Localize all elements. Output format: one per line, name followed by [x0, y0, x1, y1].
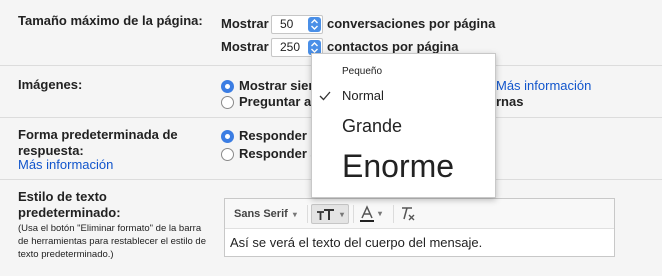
conversations-per-page-value: 50 — [280, 17, 294, 31]
sample-text: Así se verá el texto del cuerpo del mens… — [230, 235, 483, 250]
text-color-button[interactable]: ▾ — [359, 204, 387, 224]
reply-all-radio-label: Responder a — [239, 146, 318, 161]
toolbar-divider — [393, 205, 394, 223]
font-size-menu: Pequeño Normal Grande Enorme — [311, 53, 496, 198]
remove-formatting-icon — [402, 207, 415, 221]
images-more-info-link[interactable]: Más información — [496, 78, 591, 93]
images-show-label: Mostrar sier — [239, 78, 314, 93]
text-style-note: (Usa el botón "Eliminar formato" de la b… — [18, 223, 206, 260]
reply-all-radio[interactable] — [221, 148, 234, 161]
reply-more-info-link[interactable]: Más información — [18, 157, 113, 172]
toolbar-divider — [307, 205, 308, 223]
size-option-small[interactable]: Pequeño — [342, 66, 382, 77]
reply-label: Forma predeterminada de respuesta: — [18, 127, 178, 158]
text-style-label: Estilo de texto predeterminado: — [18, 189, 121, 220]
images-ask-label-tail: rnas — [496, 94, 524, 109]
chevron-down-icon: ▾ — [340, 210, 345, 219]
size-option-large[interactable]: Grande — [342, 116, 402, 137]
reply-radio[interactable] — [221, 130, 234, 143]
font-size-button[interactable]: ▾ — [311, 204, 349, 224]
text-size-icon — [317, 209, 334, 220]
chevron-down-icon: ▾ — [292, 210, 297, 219]
text-style-editor: Sans Serif ▾ ▾ ▾ Así se verá el texto de… — [224, 198, 615, 257]
checkmark-icon — [319, 88, 331, 106]
text-color-icon — [360, 205, 374, 222]
images-ask-label: Preguntar ar — [239, 94, 317, 109]
images-show-radio[interactable] — [221, 80, 234, 93]
conversations-per-page-select[interactable]: 50 — [271, 15, 323, 34]
toolbar-divider — [353, 205, 354, 223]
show-label: Mostrar — [221, 16, 269, 31]
size-option-normal[interactable]: Normal — [342, 88, 384, 103]
page-size-label: Tamaño máximo de la página: — [18, 13, 203, 28]
images-ask-radio[interactable] — [221, 96, 234, 109]
images-label: Imágenes: — [18, 77, 83, 92]
contacts-per-page-value: 250 — [280, 40, 301, 54]
conversations-suffix: conversaciones por página — [327, 16, 496, 31]
contacts-suffix: contactos por página — [327, 39, 459, 54]
size-option-huge[interactable]: Enorme — [342, 148, 454, 185]
font-family-value: Sans Serif — [234, 208, 288, 220]
remove-formatting-button[interactable] — [399, 204, 419, 224]
chevron-down-icon: ▾ — [378, 209, 383, 218]
updown-arrows-icon — [308, 17, 321, 32]
font-family-button[interactable]: Sans Serif ▾ — [234, 204, 297, 224]
show-label-2: Mostrar — [221, 39, 269, 54]
formatting-toolbar: Sans Serif ▾ ▾ ▾ — [225, 199, 614, 229]
reply-radio-label: Responder — [239, 128, 307, 143]
